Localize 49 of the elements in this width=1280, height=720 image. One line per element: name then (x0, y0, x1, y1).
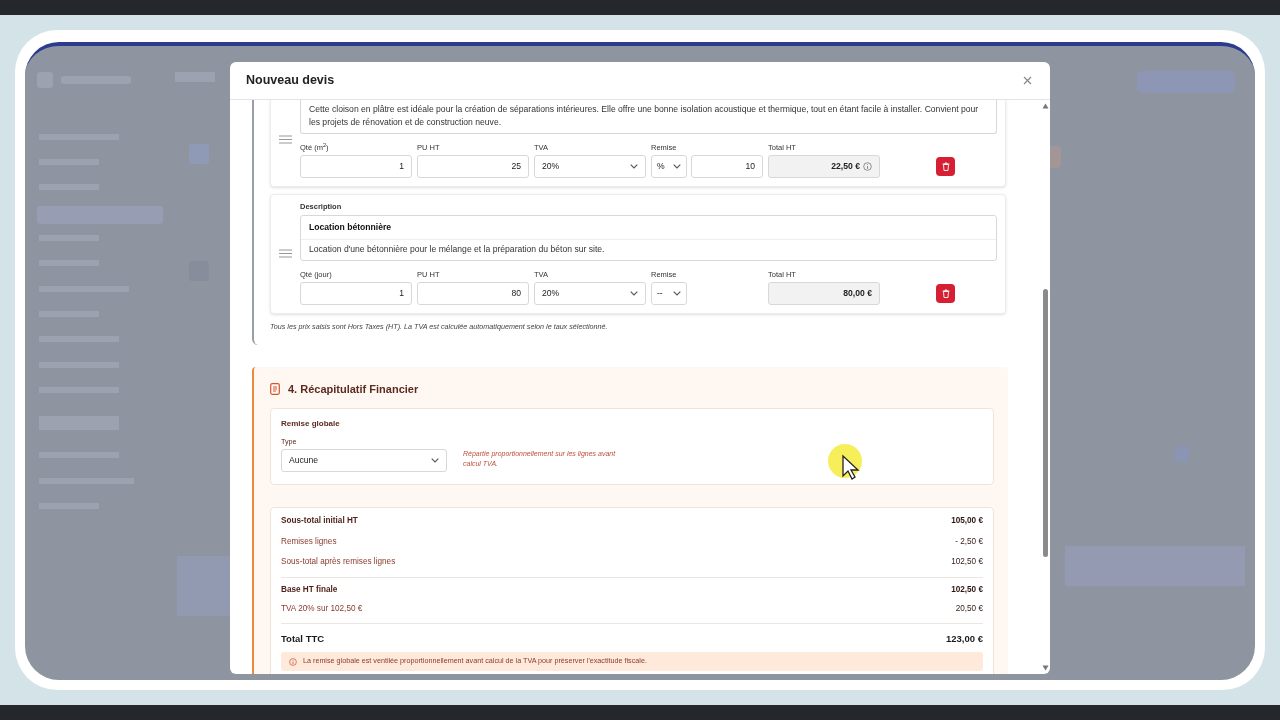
item-description: Location d'une bétonnière pour le mélange et la préparation du béton sur site. (308, 242, 606, 256)
discount-type-select[interactable]: -- (651, 282, 687, 306)
document-icon (270, 383, 280, 396)
item-description: Cette cloison en plâtre est idéale pour la création de séparations intérieures. Elle offre une bonne isolation acoustique et thermique, tout en étant facile à installer. Convient pour les projets de rénovation et de construction neuve. (308, 103, 980, 129)
summary-label: Sous-total initial HT (281, 515, 358, 528)
info-icon[interactable] (863, 162, 872, 171)
summary-value: 123,00 € (946, 631, 983, 646)
unit-price-field[interactable]: 25 (417, 155, 529, 178)
chevron-icon (673, 291, 681, 297)
trash-icon (941, 289, 950, 299)
scroll-up-icon[interactable] (1041, 103, 1049, 109)
tva-select[interactable]: 20% (534, 155, 646, 178)
close-icon[interactable] (1023, 76, 1032, 85)
trash-icon (941, 162, 950, 171)
chevron-icon (630, 164, 638, 169)
summary-label: Base HT finale (281, 584, 338, 597)
delete-button[interactable] (936, 157, 955, 176)
summary-label: TVA 20% sur 102,50 € (281, 602, 363, 615)
description-field[interactable]: Location bétonnière Location d'une bétonnière pour le mélange et la préparation du béton sur site. (300, 215, 997, 262)
tva-select[interactable]: 20% (534, 282, 646, 306)
card-title: Remise globale (281, 417, 341, 430)
chevron-icon (673, 164, 681, 169)
summary-value: 102,50 € (951, 584, 983, 597)
summary-value: - 2,50 € (955, 535, 983, 548)
summary-value: 102,50 € (951, 556, 983, 569)
drag-handle-icon[interactable] (277, 134, 294, 144)
drag-handle-icon[interactable] (277, 248, 294, 258)
quantity-field[interactable]: 1 (300, 155, 412, 178)
scroll-down-icon[interactable] (1041, 665, 1049, 671)
discount-value-field[interactable]: 10 (691, 155, 763, 178)
description-field[interactable] (300, 100, 997, 134)
summary-value: 105,00 € (951, 515, 983, 528)
unit-price-field[interactable]: 80 (417, 282, 529, 306)
quantity-field[interactable]: 1 (300, 282, 412, 306)
dialog-title: Nouveau devis (246, 72, 335, 90)
summary-label: Total TTC (281, 631, 325, 646)
item-title: Location bétonnière (301, 216, 996, 240)
chevron-icon (630, 291, 638, 297)
chevron-icon (431, 458, 439, 464)
section-title: 4. Récapitulatif Financier (288, 382, 419, 398)
summary-value: 20,50 € (955, 602, 983, 615)
info-icon (289, 657, 297, 666)
delete-button[interactable] (936, 284, 955, 304)
total-field: 80,00 € (768, 282, 880, 306)
summary-label: Sous-total après remises lignes (281, 556, 396, 569)
summary-label: Remises lignes (281, 535, 337, 548)
total-field: 22,50 € (768, 155, 880, 178)
discount-type-select[interactable]: % (651, 155, 687, 178)
discount-type-select[interactable]: Aucune (281, 449, 447, 473)
